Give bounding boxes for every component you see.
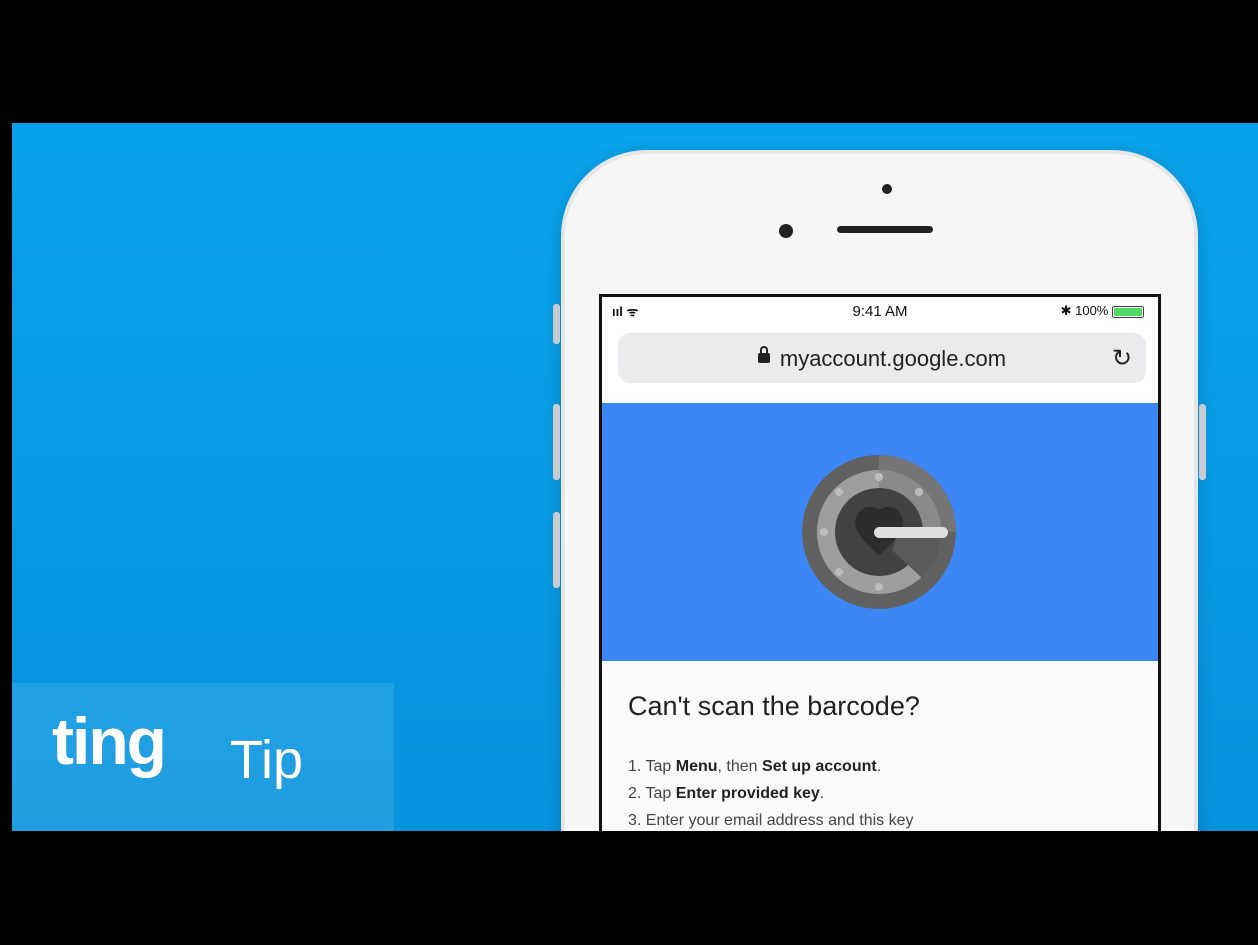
authenticator-icon bbox=[802, 455, 956, 609]
phone-mockup: ııl ᯤ 9:41 AM ✱ 100% myaccount.google.co… bbox=[553, 150, 1206, 831]
volume-up-button bbox=[553, 404, 560, 480]
page-content: Can't scan the barcode? 1. Tap Menu, the… bbox=[602, 661, 1158, 831]
earpiece-speaker bbox=[837, 226, 933, 233]
brand-tag: Tip bbox=[230, 730, 304, 790]
battery-label: ✱ 100% bbox=[1060, 303, 1109, 318]
phone-screen: ııl ᯤ 9:41 AM ✱ 100% myaccount.google.co… bbox=[599, 294, 1161, 831]
battery-icon bbox=[1112, 305, 1144, 318]
address-bar[interactable]: myaccount.google.com ↻ bbox=[618, 333, 1146, 383]
proximity-sensor bbox=[882, 184, 892, 194]
url-text: myaccount.google.com bbox=[779, 346, 1007, 371]
power-button bbox=[1199, 404, 1206, 480]
status-bar: ııl ᯤ 9:41 AM ✱ 100% bbox=[602, 297, 1158, 323]
reload-icon[interactable]: ↻ bbox=[1112, 344, 1132, 373]
instruction-list: 1. Tap Menu, then Set up account. 2. Tap… bbox=[628, 753, 913, 831]
video-frame: ting Tip ııl ᯤ 9:41 AM ✱ 100% myaccount.… bbox=[12, 123, 1258, 831]
list-item: 1. Tap Menu, then Set up account. bbox=[628, 758, 882, 775]
volume-down-button bbox=[553, 512, 560, 588]
list-item: 3. Enter your email address and this key bbox=[628, 812, 914, 829]
authenticator-banner bbox=[602, 403, 1158, 661]
url-display[interactable]: myaccount.google.com bbox=[618, 346, 1146, 372]
front-camera bbox=[779, 224, 793, 238]
mute-switch bbox=[553, 304, 560, 344]
page-heading: Can't scan the barcode? bbox=[628, 691, 920, 721]
brand-logo: ting bbox=[52, 704, 167, 778]
battery-status: ✱ 100% bbox=[1061, 303, 1144, 319]
list-item: 2. Tap Enter provided key. bbox=[628, 785, 825, 802]
lock-icon bbox=[757, 346, 770, 364]
